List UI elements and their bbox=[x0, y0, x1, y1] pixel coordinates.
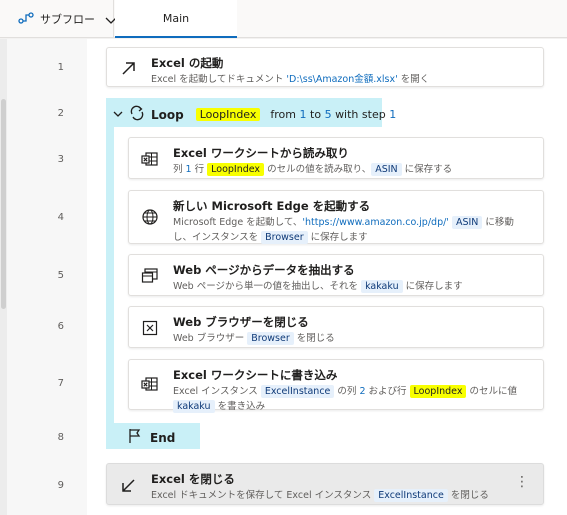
subflow-icon bbox=[18, 10, 34, 29]
action-read-worksheet[interactable]: Excel ワークシートから読み取り 列 1 行 LoopIndex のセルの値… bbox=[128, 137, 544, 179]
loop-variable: LoopIndex bbox=[195, 108, 261, 121]
action-title: Excel を閉じる bbox=[151, 472, 235, 486]
line-number: 8 bbox=[57, 432, 64, 443]
line-number: 4 bbox=[57, 212, 64, 223]
subflow-label: サブフロー bbox=[40, 13, 95, 26]
flag-icon bbox=[128, 428, 142, 447]
action-description: Web ページから単一の値を抽出し、それを kakaku に保存します bbox=[173, 280, 463, 293]
variable-chip: ASIN bbox=[451, 216, 483, 229]
variable-chip: kakaku bbox=[173, 400, 215, 413]
scrollbar-thumb[interactable] bbox=[1, 99, 6, 309]
variable-chip: Browser bbox=[247, 332, 294, 345]
action-description: Excel を起動してドキュメント 'D:\ss\Amazon金額.xlsx' … bbox=[151, 74, 430, 85]
loop-header-content: Loop LoopIndex from 1 to 5 with step 1 bbox=[113, 105, 396, 124]
line-number: 6 bbox=[57, 321, 64, 332]
action-description: 列 1 行 LoopIndex のセルの値を読み取り、 ASIN に保存する bbox=[173, 163, 453, 176]
tab-bar: サブフロー Main bbox=[0, 0, 567, 38]
action-title: Excel の起動 bbox=[151, 56, 224, 70]
action-launch-edge[interactable]: 新しい Microsoft Edge を起動する Microsoft Edge … bbox=[128, 190, 544, 244]
action-description: Microsoft Edge を起動して、'https://www.amazon… bbox=[173, 216, 514, 229]
loop-icon bbox=[129, 105, 145, 124]
variable-chip: kakaku bbox=[361, 280, 403, 293]
line-number: 5 bbox=[57, 270, 64, 281]
line-number: 2 bbox=[57, 108, 64, 119]
arrow-up-right-icon bbox=[119, 58, 139, 78]
window-extract-icon bbox=[141, 267, 161, 287]
vertical-scrollbar[interactable] bbox=[0, 39, 7, 515]
variable-chip: ExcelInstance bbox=[374, 489, 448, 502]
loop-range: from 1 to 5 with step 1 bbox=[270, 108, 397, 121]
action-write-worksheet[interactable]: Excel ワークシートに書き込み Excel インスタンス ExcelInst… bbox=[128, 359, 544, 413]
excel-sheet-icon bbox=[141, 375, 161, 395]
action-title: Excel ワークシートから読み取り bbox=[173, 146, 349, 160]
action-title: 新しい Microsoft Edge を起動する bbox=[173, 199, 371, 213]
excel-sheet-icon bbox=[141, 150, 161, 170]
loop-keyword: Loop bbox=[151, 107, 184, 122]
action-title: Excel ワークシートに書き込み bbox=[173, 368, 338, 382]
action-description: Excel インスタンス ExcelInstance の列 2 および行 Loo… bbox=[173, 385, 518, 398]
line-number: 9 bbox=[57, 480, 64, 491]
variable-chip: ASIN bbox=[371, 163, 402, 176]
action-description: Excel ドキュメントを保存して Excel インスタンス ExcelInst… bbox=[151, 489, 489, 502]
arrow-down-left-icon bbox=[119, 476, 139, 496]
action-extract-web-data[interactable]: Web ページからデータを抽出する Web ページから単一の値を抽出し、それを … bbox=[128, 254, 544, 296]
tab-main[interactable]: Main bbox=[115, 0, 237, 38]
action-title: Web ページからデータを抽出する bbox=[173, 263, 355, 277]
action-description-line2: し、インスタンスを Browser に保存します bbox=[173, 231, 368, 244]
string-literal: 'D:\ss\Amazon金額.xlsx' bbox=[286, 74, 398, 85]
loop-rail bbox=[106, 127, 114, 423]
end-label: End bbox=[150, 430, 176, 445]
subflow-dropdown[interactable]: サブフロー bbox=[0, 0, 117, 38]
close-window-icon bbox=[141, 319, 161, 339]
action-description: Web ブラウザー Browser を閉じる bbox=[173, 332, 335, 345]
chevron-down-icon[interactable] bbox=[113, 108, 123, 121]
action-launch-excel[interactable]: Excel の起動 Excel を起動してドキュメント 'D:\ss\Amazo… bbox=[106, 47, 544, 87]
action-title: Web ブラウザーを閉じる bbox=[173, 315, 309, 329]
action-close-excel[interactable]: Excel を閉じる Excel ドキュメントを保存して Excel インスタン… bbox=[106, 463, 544, 505]
variable-chip: ExcelInstance bbox=[260, 385, 335, 398]
line-number: 3 bbox=[57, 154, 64, 165]
globe-icon bbox=[141, 208, 161, 228]
variable-chip: LoopIndex bbox=[409, 385, 467, 398]
variable-chip: Browser bbox=[261, 231, 308, 244]
line-number: 1 bbox=[57, 62, 64, 73]
action-close-browser[interactable]: Web ブラウザーを閉じる Web ブラウザー Browser を閉じる bbox=[128, 306, 544, 348]
variable-chip: LoopIndex bbox=[207, 163, 265, 176]
loop-end-content: End bbox=[128, 428, 175, 447]
line-number: 7 bbox=[57, 378, 64, 389]
more-options-icon[interactable]: ⋮ bbox=[515, 474, 529, 490]
action-description-line2: kakaku を書き込み bbox=[173, 399, 265, 414]
